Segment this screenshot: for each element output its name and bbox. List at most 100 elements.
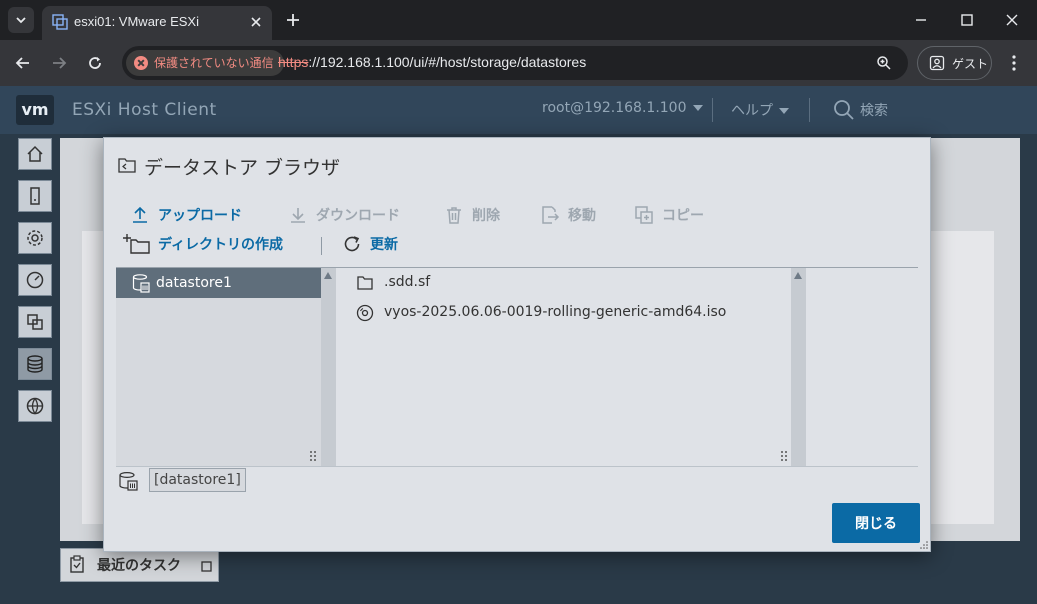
resize-grip-icon[interactable]	[920, 541, 928, 549]
sidebar-storage-button[interactable]	[18, 348, 52, 380]
zoom-icon[interactable]	[876, 55, 892, 71]
create-directory-button[interactable]: ディレクトリの作成	[122, 234, 283, 254]
recent-tasks-label: 最近のタスク	[97, 558, 181, 574]
move-file-icon	[542, 206, 560, 224]
resize-grip-icon[interactable]	[308, 450, 318, 462]
vmware-favicon-icon	[52, 14, 68, 30]
search-icon[interactable]	[833, 99, 855, 121]
file-row[interactable]: .sdd.sf	[336, 269, 791, 297]
file-browser: datastore1 .sdd.sf vyos-2025.06.06-0019-…	[116, 267, 918, 467]
app-sidebar	[0, 134, 58, 604]
header-divider	[712, 98, 713, 122]
file-row[interactable]: vyos-2025.06.06-0019-rolling-generic-amd…	[336, 299, 791, 327]
help-menu[interactable]: ヘルプ	[731, 100, 789, 120]
datastore-name: datastore1	[156, 275, 232, 291]
move-button[interactable]: 移動	[540, 205, 596, 225]
browser-toolbar: 保護されていない通信 https://192.168.1.100/ui/#/ho…	[0, 40, 1037, 86]
disc-image-icon	[356, 304, 374, 322]
app-header: vm ESXi Host Client root@192.168.1.100 ヘ…	[0, 86, 1037, 134]
toolbar-divider	[321, 237, 322, 255]
download-button[interactable]: ダウンロード	[288, 205, 400, 225]
profile-button[interactable]: ゲスト	[917, 46, 992, 80]
tree-scrollbar[interactable]	[321, 268, 336, 466]
gear-icon	[27, 230, 43, 246]
new-folder-icon	[123, 234, 150, 254]
delete-button[interactable]: 削除	[444, 205, 500, 225]
database-icon	[27, 355, 43, 373]
home-icon	[27, 145, 43, 162]
move-label: 移動	[568, 208, 596, 224]
upload-icon	[133, 206, 147, 223]
address-bar[interactable]: 保護されていない通信 https://192.168.1.100/ui/#/ho…	[122, 46, 908, 80]
file-name: .sdd.sf	[384, 274, 431, 290]
minimize-icon[interactable]	[913, 12, 929, 28]
reload-icon[interactable]	[85, 53, 105, 73]
security-chip[interactable]: 保護されていない通信	[126, 50, 284, 76]
chevron-down-icon	[16, 17, 26, 24]
delete-label: 削除	[472, 208, 500, 224]
datastore-icon	[119, 471, 138, 491]
tab-title: esxi01: VMware ESXi	[74, 14, 199, 29]
close-button[interactable]: 閉じる	[832, 503, 920, 543]
host-icon	[30, 187, 40, 205]
maximize-icon[interactable]	[959, 12, 975, 28]
browser-titlebar: esxi01: VMware ESXi	[0, 0, 1037, 40]
scroll-up-arrow-icon[interactable]	[794, 272, 802, 279]
maximize-panel-icon[interactable]	[201, 561, 212, 572]
not-secure-icon	[134, 56, 148, 70]
upload-label: アップロード	[158, 208, 242, 224]
sidebar-vms-button[interactable]	[18, 306, 52, 338]
url-scheme: https	[278, 54, 309, 70]
new-tab-icon[interactable]	[284, 11, 302, 29]
close-window-icon[interactable]	[1004, 12, 1020, 28]
create-directory-label: ディレクトリの作成	[158, 237, 284, 253]
refresh-button[interactable]: 更新	[342, 234, 398, 254]
header-divider	[809, 98, 810, 122]
copy-label: コピー	[662, 208, 704, 224]
sidebar-host-button[interactable]	[18, 180, 52, 212]
copy-button[interactable]: コピー	[634, 205, 704, 225]
resize-grip-icon[interactable]	[779, 450, 789, 462]
recent-tasks-panel[interactable]: 最近のタスク	[60, 548, 219, 582]
download-icon	[291, 208, 305, 223]
datastore-icon	[132, 274, 150, 293]
trash-icon	[447, 207, 461, 224]
refresh-label: 更新	[370, 237, 398, 253]
file-name: vyos-2025.06.06-0019-rolling-generic-amd…	[384, 304, 727, 320]
sidebar-monitor-button[interactable]	[18, 264, 52, 296]
search-label[interactable]: 検索	[860, 100, 888, 120]
datastore-browser-dialog: データストア ブラウザ アップロード ダウンロード 削除 移動 コピー ディレク…	[103, 137, 931, 552]
download-label: ダウンロード	[316, 208, 400, 224]
file-list-scrollbar[interactable]	[791, 268, 806, 466]
back-arrow-icon[interactable]	[13, 53, 33, 73]
copy-icon	[635, 206, 653, 224]
url-text: https://192.168.1.100/ui/#/host/storage/…	[278, 54, 586, 70]
upload-button[interactable]: アップロード	[130, 205, 242, 225]
folder-icon	[357, 276, 373, 290]
url-path: ://192.168.1.100/ui/#/host/storage/datas…	[308, 54, 587, 70]
sidebar-home-button[interactable]	[18, 138, 52, 170]
gauge-icon	[26, 271, 44, 289]
scroll-up-arrow-icon[interactable]	[324, 272, 332, 279]
close-tab-icon[interactable]	[248, 14, 264, 30]
datastore-item[interactable]: datastore1	[116, 268, 321, 298]
user-menu[interactable]: root@192.168.1.100	[542, 100, 703, 116]
vmware-logo: vm	[16, 95, 54, 125]
file-list-pane: .sdd.sf vyos-2025.06.06-0019-rolling-gen…	[336, 268, 791, 466]
folder-browse-icon	[118, 158, 136, 173]
sidebar-networking-button[interactable]	[18, 390, 52, 422]
forward-arrow-icon[interactable]	[49, 53, 69, 73]
globe-icon	[26, 397, 44, 415]
guest-profile-icon	[929, 55, 945, 71]
app-title: ESXi Host Client	[72, 100, 217, 120]
current-path: [datastore1]	[149, 468, 246, 492]
security-label: 保護されていない通信	[154, 56, 274, 70]
virtual-machines-icon	[27, 314, 43, 330]
tab-search-button[interactable]	[8, 7, 34, 33]
refresh-icon	[344, 236, 360, 252]
user-label: root@192.168.1.100	[542, 100, 687, 116]
browser-tab[interactable]: esxi01: VMware ESXi	[42, 6, 272, 40]
kebab-menu-icon[interactable]	[1006, 54, 1022, 72]
sidebar-manage-button[interactable]	[18, 222, 52, 254]
dialog-title: データストア ブラウザ	[144, 157, 341, 179]
